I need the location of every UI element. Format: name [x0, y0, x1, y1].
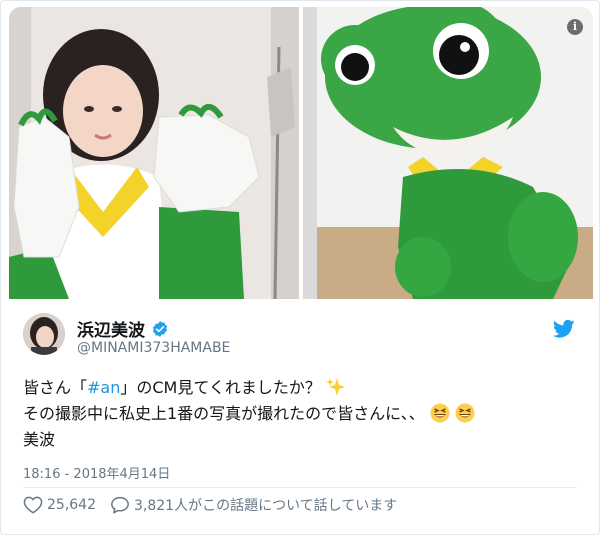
author-handle[interactable]: @MINAMI373HAMABE: [77, 340, 230, 356]
grinning-squinting-face-emoji-icon: [430, 403, 450, 423]
avatar[interactable]: [23, 313, 65, 355]
verified-badge-icon: [152, 320, 168, 337]
divider: [23, 487, 577, 488]
twitter-bird-icon[interactable]: [553, 319, 575, 339]
photo-frog-mascot[interactable]: i: [303, 7, 593, 299]
info-icon[interactable]: i: [567, 19, 583, 35]
grinning-squinting-face-emoji-icon: [455, 403, 475, 423]
reply-action[interactable]: 3,821人がこの話題について話しています: [110, 495, 397, 515]
heart-icon[interactable]: [23, 496, 43, 514]
hashtag-link[interactable]: #an: [87, 378, 120, 397]
conversation-count: 3,821人がこの話題について話しています: [134, 498, 398, 514]
tweet-line-2: その撮影中に私史上1番の写真が撮れたので皆さんに、、: [23, 401, 583, 427]
tweet-text-segment: 皆さん「: [23, 378, 88, 397]
tweet-actions: 25,642 3,821人がこの話題について話しています: [23, 495, 397, 515]
tweet-timestamp[interactable]: 18:16 - 2018年4月14日: [23, 463, 170, 482]
author-display-name[interactable]: 浜辺美波: [77, 316, 145, 341]
tweet-text: 皆さん「#an」のCM見てくれましたか？ その撮影中に私史上1番の写真が撮れたの…: [23, 375, 583, 453]
tweet-line-1: 皆さん「#an」のCM見てくれましたか？: [23, 375, 583, 401]
tweet-card[interactable]: i 浜辺美波 @MINAMI373HAMABE 皆さん「#an」のCM見てくれま…: [0, 0, 600, 535]
tweet-text-segment: その撮影中に私史上1番の写真が撮れたので皆さんに、、: [23, 404, 425, 423]
tweet-media[interactable]: i: [9, 7, 593, 299]
tweet-text-segment: 」のCM見てくれましたか？: [120, 378, 321, 397]
tweet-line-3: 美波: [23, 430, 56, 449]
sparkles-emoji-icon: [325, 378, 345, 396]
reply-icon[interactable]: [110, 496, 130, 514]
like-count: 25,642: [47, 497, 96, 513]
photo-girl-in-frog-costume[interactable]: [9, 7, 299, 299]
tweet-header: 浜辺美波 @MINAMI373HAMABE: [23, 313, 583, 363]
author-name-row: 浜辺美波: [77, 316, 169, 341]
like-action[interactable]: 25,642: [23, 496, 96, 514]
